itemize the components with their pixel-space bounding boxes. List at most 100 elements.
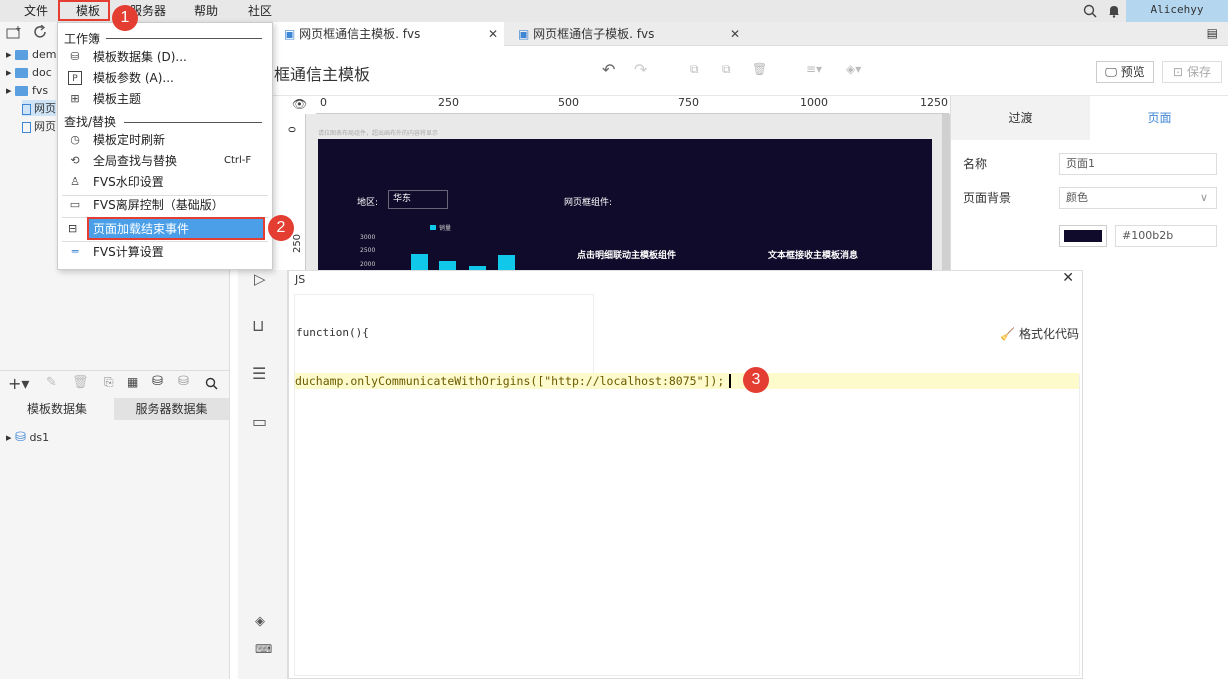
- add-icon[interactable]: +▾: [8, 374, 29, 393]
- archive-icon[interactable]: ▭: [252, 412, 267, 431]
- copy-icon[interactable]: ⎘: [104, 375, 114, 390]
- toolbar: 页框通信主模板 ↶ ↷ ⧉ ⧉ 🗑 ≡▾ ◈▾ 🖵 预览 ⊡ 保存: [238, 46, 1228, 96]
- shortcut-label: Ctrl-F: [224, 155, 252, 166]
- monitor-icon: 🖵: [1105, 65, 1117, 79]
- menu-item-find-replace[interactable]: ⟲ 全局查找与替换 Ctrl-F: [58, 151, 272, 171]
- canvas-hint: 请拉图表布局组件，超出画布外的内容将显示: [318, 130, 439, 137]
- y-tick: 2000: [360, 261, 376, 268]
- property-panel: 过渡 页面 名称 页面1 页面背景 颜色 ∨ #100b2b: [950, 96, 1228, 274]
- clock-icon: ◷: [70, 133, 80, 146]
- undo-icon[interactable]: ↶: [602, 60, 615, 79]
- redo-icon[interactable]: ↷: [634, 60, 647, 79]
- close-icon[interactable]: ✕: [488, 22, 498, 46]
- tree-item[interactable]: ▸ fvs: [6, 84, 48, 97]
- color-swatch[interactable]: [1059, 225, 1107, 247]
- chevron-down-icon: ∨: [1199, 191, 1208, 204]
- menu-item-compute[interactable]: ═ FVS计算设置: [58, 242, 272, 262]
- inbox-icon[interactable]: ⊔: [252, 316, 264, 335]
- format-code-button[interactable]: 🧹 格式化代码: [1000, 325, 1079, 342]
- ruler-tick: 0: [320, 96, 327, 109]
- new-folder-icon[interactable]: [6, 26, 22, 40]
- file-icon: [22, 103, 31, 115]
- menu-file[interactable]: 文件: [24, 2, 48, 19]
- paste-icon[interactable]: ⧉: [722, 62, 731, 77]
- close-icon[interactable]: ✕: [730, 22, 740, 46]
- database-icon: ⛁: [15, 430, 26, 445]
- refresh-icon[interactable]: [33, 25, 49, 39]
- tree-item[interactable]: ▸ doc: [6, 66, 52, 79]
- close-icon[interactable]: ✕: [1062, 270, 1074, 286]
- dashboard[interactable]: 地区: 华东 网页框组件: 销量 3000 2500 2000 点击明细联动主模…: [318, 139, 932, 274]
- step-badge: 2: [268, 215, 294, 241]
- region-select[interactable]: 华东: [388, 190, 448, 209]
- background-label: 页面背景: [963, 191, 1012, 205]
- align-icon[interactable]: ≡▾: [806, 62, 822, 76]
- background-select[interactable]: 颜色 ∨: [1059, 187, 1217, 209]
- user-name[interactable]: Alicehyy: [1126, 0, 1228, 22]
- code-text: duchamp.onlyCommunicateWithOrigins(["htt…: [295, 374, 725, 388]
- menu-item-watermark[interactable]: ♙ FVS水印设置: [58, 172, 272, 192]
- save-button[interactable]: ⊡ 保存: [1162, 61, 1222, 83]
- name-field[interactable]: 页面1: [1059, 153, 1217, 175]
- keyboard-icon[interactable]: ⌨: [255, 642, 272, 656]
- layer-icon[interactable]: ◈▾: [846, 62, 861, 76]
- broom-icon: 🧹: [1000, 327, 1016, 341]
- tab-menu-icon[interactable]: ▤: [1207, 26, 1218, 40]
- tab-main-template[interactable]: ▣ 网页框通信主模板. fvs ✕: [272, 22, 504, 46]
- group-label: 查找/替换: [64, 115, 117, 129]
- menu-item-dataset[interactable]: ⛁ 模板数据集 (D)...: [58, 47, 272, 67]
- search-icon[interactable]: [205, 377, 218, 390]
- database-server-icon[interactable]: ⛁: [178, 374, 189, 389]
- card-title: 文本框接收主模板消息: [768, 251, 859, 261]
- code-line[interactable]: duchamp.onlyCommunicateWithOrigins(["htt…: [295, 373, 1079, 389]
- server-list-icon[interactable]: ☰: [252, 364, 266, 383]
- delete-icon[interactable]: 🗑: [752, 62, 767, 76]
- text-cursor: [729, 374, 731, 388]
- database-icon[interactable]: ⛁: [152, 374, 163, 389]
- search-replace-icon: ⟲: [70, 154, 80, 167]
- widget-strip: ▷ ⊔ ☰ ▭ ◈ ⌨: [238, 270, 288, 679]
- copy-icon[interactable]: ⧉: [690, 62, 699, 77]
- bell-icon[interactable]: [1107, 4, 1121, 18]
- tab-sub-template[interactable]: ▣ 网页框通信子模板. fvs ✕: [506, 22, 746, 46]
- code-editor[interactable]: [294, 374, 1080, 676]
- ruler-left: 0 250: [288, 114, 306, 274]
- event-icon: ⊟: [68, 222, 78, 235]
- js-dialog: JS ✕ function(){ 🧹 格式化代码: [288, 270, 1083, 679]
- screen-icon: ▭: [69, 198, 81, 211]
- tab-bar: ▣ 网页框通信主模板. fvs ✕ ▣ 网页框通信子模板. fvs ✕ ▤: [230, 22, 1228, 46]
- menu-item-params[interactable]: P 模板参数 (A)...: [58, 68, 272, 88]
- canvas-scrollbar[interactable]: [942, 114, 950, 274]
- stamp-icon: ♙: [70, 175, 80, 188]
- menu-help[interactable]: 帮助: [194, 2, 218, 19]
- tab-template-dataset[interactable]: 模板数据集: [0, 398, 114, 420]
- file-icon: ▣: [518, 27, 530, 41]
- tab-page[interactable]: 页面: [1090, 96, 1228, 140]
- parameter-icon: P: [68, 71, 82, 85]
- media-icon[interactable]: ▷: [254, 270, 266, 288]
- function-header-box: function(){: [294, 294, 594, 374]
- function-header: function(){: [296, 326, 369, 339]
- tree-item[interactable]: ▸ dem: [6, 48, 57, 61]
- equals-icon: ═: [71, 245, 79, 258]
- dataset-item[interactable]: ▸ ⛁ ds1: [6, 430, 49, 445]
- dataset-toolbar: +▾ ✎ 🗑 ⎘ ▦ ⛁ ⛁: [0, 370, 229, 396]
- menu-item-offscreen[interactable]: ▭ FVS离屏控制（基础版）: [58, 195, 272, 215]
- tree-item[interactable]: 网页: [22, 118, 56, 134]
- preview-button[interactable]: 🖵 预览: [1096, 61, 1154, 83]
- save-icon: ⊡: [1173, 65, 1184, 79]
- menu-community[interactable]: 社区: [248, 2, 272, 19]
- folder-icon: [15, 86, 29, 96]
- dataset-preview-icon[interactable]: ▦: [127, 375, 138, 389]
- tree-item-selected[interactable]: 网页: [22, 100, 56, 116]
- menu-item-theme[interactable]: ⊞ 模板主题: [58, 89, 272, 109]
- tab-server-dataset[interactable]: 服务器数据集: [114, 398, 229, 420]
- edit-icon[interactable]: ✎: [46, 375, 57, 390]
- color-hex-field[interactable]: #100b2b: [1115, 225, 1217, 247]
- layers-icon[interactable]: ◈: [255, 614, 265, 629]
- delete-icon[interactable]: 🗑: [72, 375, 89, 390]
- menu-item-refresh[interactable]: ◷ 模板定时刷新: [58, 130, 272, 150]
- eye-icon[interactable]: 👁: [292, 97, 307, 111]
- tab-transition[interactable]: 过渡: [951, 96, 1090, 140]
- search-icon[interactable]: [1083, 4, 1097, 18]
